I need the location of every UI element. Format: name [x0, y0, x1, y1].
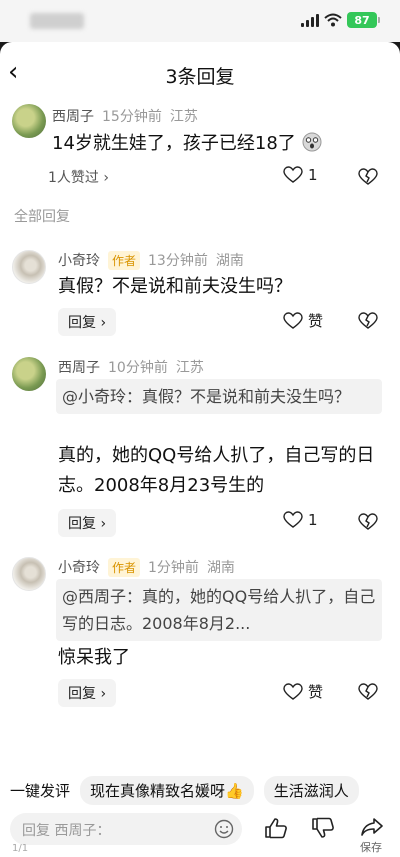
broken-heart-icon[interactable] [358, 168, 378, 186]
like-count: 1 [308, 511, 318, 529]
battery-level: 87 [347, 12, 377, 28]
heart-icon [283, 311, 303, 329]
page-title: 3条回复 [165, 66, 235, 88]
broken-heart-icon[interactable] [358, 683, 378, 701]
reply-button[interactable]: 回复 › [58, 308, 117, 336]
reply-sheet: ‹ 3条回复 西周子 15分钟前 江苏 14岁就生娃了，孩子已经18了 1人赞过… [0, 42, 400, 857]
wifi-icon [324, 13, 342, 27]
heart-icon [283, 511, 303, 528]
comment-time: 1分钟前 [148, 560, 199, 576]
status-time-blurred [30, 13, 84, 29]
status-icons: 87 [301, 12, 380, 28]
like-button[interactable]: 赞 [283, 310, 323, 331]
like-label: 赞 [308, 312, 324, 330]
save-button[interactable]: 保存 [360, 839, 382, 855]
comment-time: 15分钟前 [102, 109, 162, 125]
avatar[interactable] [12, 104, 46, 138]
thumbs-down-icon[interactable] [311, 817, 335, 839]
author-name[interactable]: 小奇玲 [58, 557, 100, 577]
quick-comment-chip[interactable]: 现在真像精致名媛呀👍 [80, 775, 254, 805]
quick-comment-label[interactable]: 一键发评 [10, 780, 70, 801]
like-button[interactable]: 1 [283, 166, 318, 184]
broken-heart-icon[interactable] [358, 513, 378, 531]
like-button[interactable]: 1 [283, 511, 318, 529]
likes-summary[interactable]: 1人赞过 › [48, 167, 109, 187]
reply-input[interactable]: 回复 西周子： [10, 813, 242, 845]
author-name[interactable]: 西周子 [52, 106, 94, 126]
comment-meta: 小奇玲 作者 13分钟前 湖南 [58, 250, 244, 270]
reply-input-placeholder: 回复 西周子： [22, 823, 111, 839]
author-name[interactable]: 西周子 [58, 357, 100, 377]
quick-comment-chip[interactable]: 生活滋润人 [263, 775, 359, 805]
thumbs-up-icon[interactable] [264, 817, 288, 839]
battery-icon: 87 [347, 12, 380, 28]
author-badge: 作者 [108, 250, 141, 270]
avatar[interactable] [12, 557, 46, 591]
quick-comment-tags: 一键发评 现在真像精致名媛呀👍 生活滋润人 [0, 775, 400, 805]
share-icon[interactable] [360, 817, 384, 837]
header: ‹ 3条回复 [0, 42, 400, 104]
comment-text: 真假？不是说和前夫没生吗？ [58, 276, 292, 297]
avatar[interactable] [12, 357, 46, 391]
author-badge: 作者 [108, 557, 141, 577]
status-bar: 87 [0, 0, 400, 42]
reply-button[interactable]: 回复 › [58, 679, 117, 707]
like-button[interactable]: 赞 [283, 681, 323, 702]
comment-text: 14岁就生娃了，孩子已经18了 [52, 129, 322, 159]
comment-location: 江苏 [175, 360, 204, 376]
comment-meta: 西周子 10分钟前 江苏 [58, 357, 204, 377]
bottom-bar: 回复 西周子： 保存 1/1 [0, 805, 400, 857]
signal-icon [301, 13, 319, 27]
comment-meta: 西周子 15分钟前 江苏 [52, 106, 198, 126]
comment-text: 惊呆我了 [58, 647, 130, 668]
comment-meta: 小奇玲 作者 1分钟前 湖南 [58, 557, 235, 577]
like-count: 1 [308, 166, 318, 184]
broken-heart-icon[interactable] [358, 312, 378, 330]
reply-button[interactable]: 回复 › [58, 509, 117, 537]
emoji-icon[interactable] [214, 819, 234, 839]
author-name[interactable]: 小奇玲 [58, 250, 100, 270]
shocked-face-icon [302, 132, 322, 152]
page-indicator: 1/1 [12, 843, 29, 854]
comment-time: 13分钟前 [148, 253, 208, 269]
like-label: 赞 [308, 683, 324, 701]
comment-time: 10分钟前 [108, 360, 168, 376]
quoted-comment: @小奇玲：真假？不是说和前夫没生吗？ [56, 379, 382, 414]
quoted-comment: @西周子：真的，她的QQ号给人扒了，自己写的日志。2008年8月2... [56, 579, 382, 641]
heart-icon [283, 166, 303, 183]
comment-location: 湖南 [206, 560, 235, 576]
heart-icon [283, 682, 303, 700]
section-label: 全部回复 [14, 209, 70, 225]
comment-location: 湖南 [215, 253, 244, 269]
comment-location: 江苏 [169, 109, 198, 125]
comment-text: 真的，她的QQ号给人扒了，自己写的日志。2008年8月23号生的 [58, 445, 375, 496]
avatar[interactable] [12, 250, 46, 284]
